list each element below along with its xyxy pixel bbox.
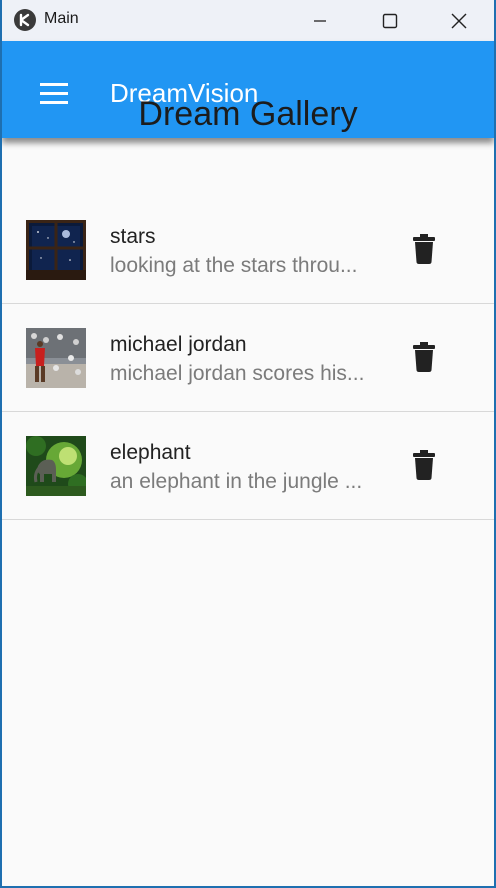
basketball-player-image <box>26 328 86 388</box>
maximize-icon <box>382 13 398 28</box>
minimize-button[interactable] <box>285 0 355 41</box>
kivy-logo-icon <box>14 9 36 31</box>
item-description: michael jordan scores his... <box>110 362 365 385</box>
delete-button[interactable] <box>412 450 436 480</box>
gallery-list: stars looking at the stars throu... mich… <box>2 196 494 520</box>
trash-icon <box>413 342 435 372</box>
jungle-elephant-image <box>26 436 86 496</box>
close-icon <box>451 13 467 28</box>
page-title: Dream Gallery <box>138 95 358 133</box>
minimize-icon <box>314 19 326 22</box>
item-description: looking at the stars throu... <box>110 254 358 277</box>
trash-icon <box>413 450 435 480</box>
close-button[interactable] <box>424 0 494 41</box>
item-title: michael jordan <box>110 333 247 356</box>
delete-button[interactable] <box>412 342 436 372</box>
window-titlebar[interactable]: Main <box>2 0 494 41</box>
item-description: an elephant in the jungle ... <box>110 470 363 493</box>
list-item[interactable]: stars looking at the stars throu... <box>2 196 494 304</box>
item-title: elephant <box>110 441 191 464</box>
window-title: Main <box>44 10 79 27</box>
list-item[interactable]: elephant an elephant in the jungle ... <box>2 412 494 520</box>
list-item[interactable]: michael jordan michael jordan scores his… <box>2 304 494 412</box>
item-title: stars <box>110 225 156 248</box>
maximize-button[interactable] <box>355 0 425 41</box>
app-window: Main DreamVision Dream Gallery stars loo… <box>2 0 494 886</box>
trash-icon <box>413 234 435 264</box>
delete-button[interactable] <box>412 234 436 264</box>
window-night-sky-image <box>26 220 86 280</box>
app-bar: DreamVision Dream Gallery <box>2 41 494 138</box>
